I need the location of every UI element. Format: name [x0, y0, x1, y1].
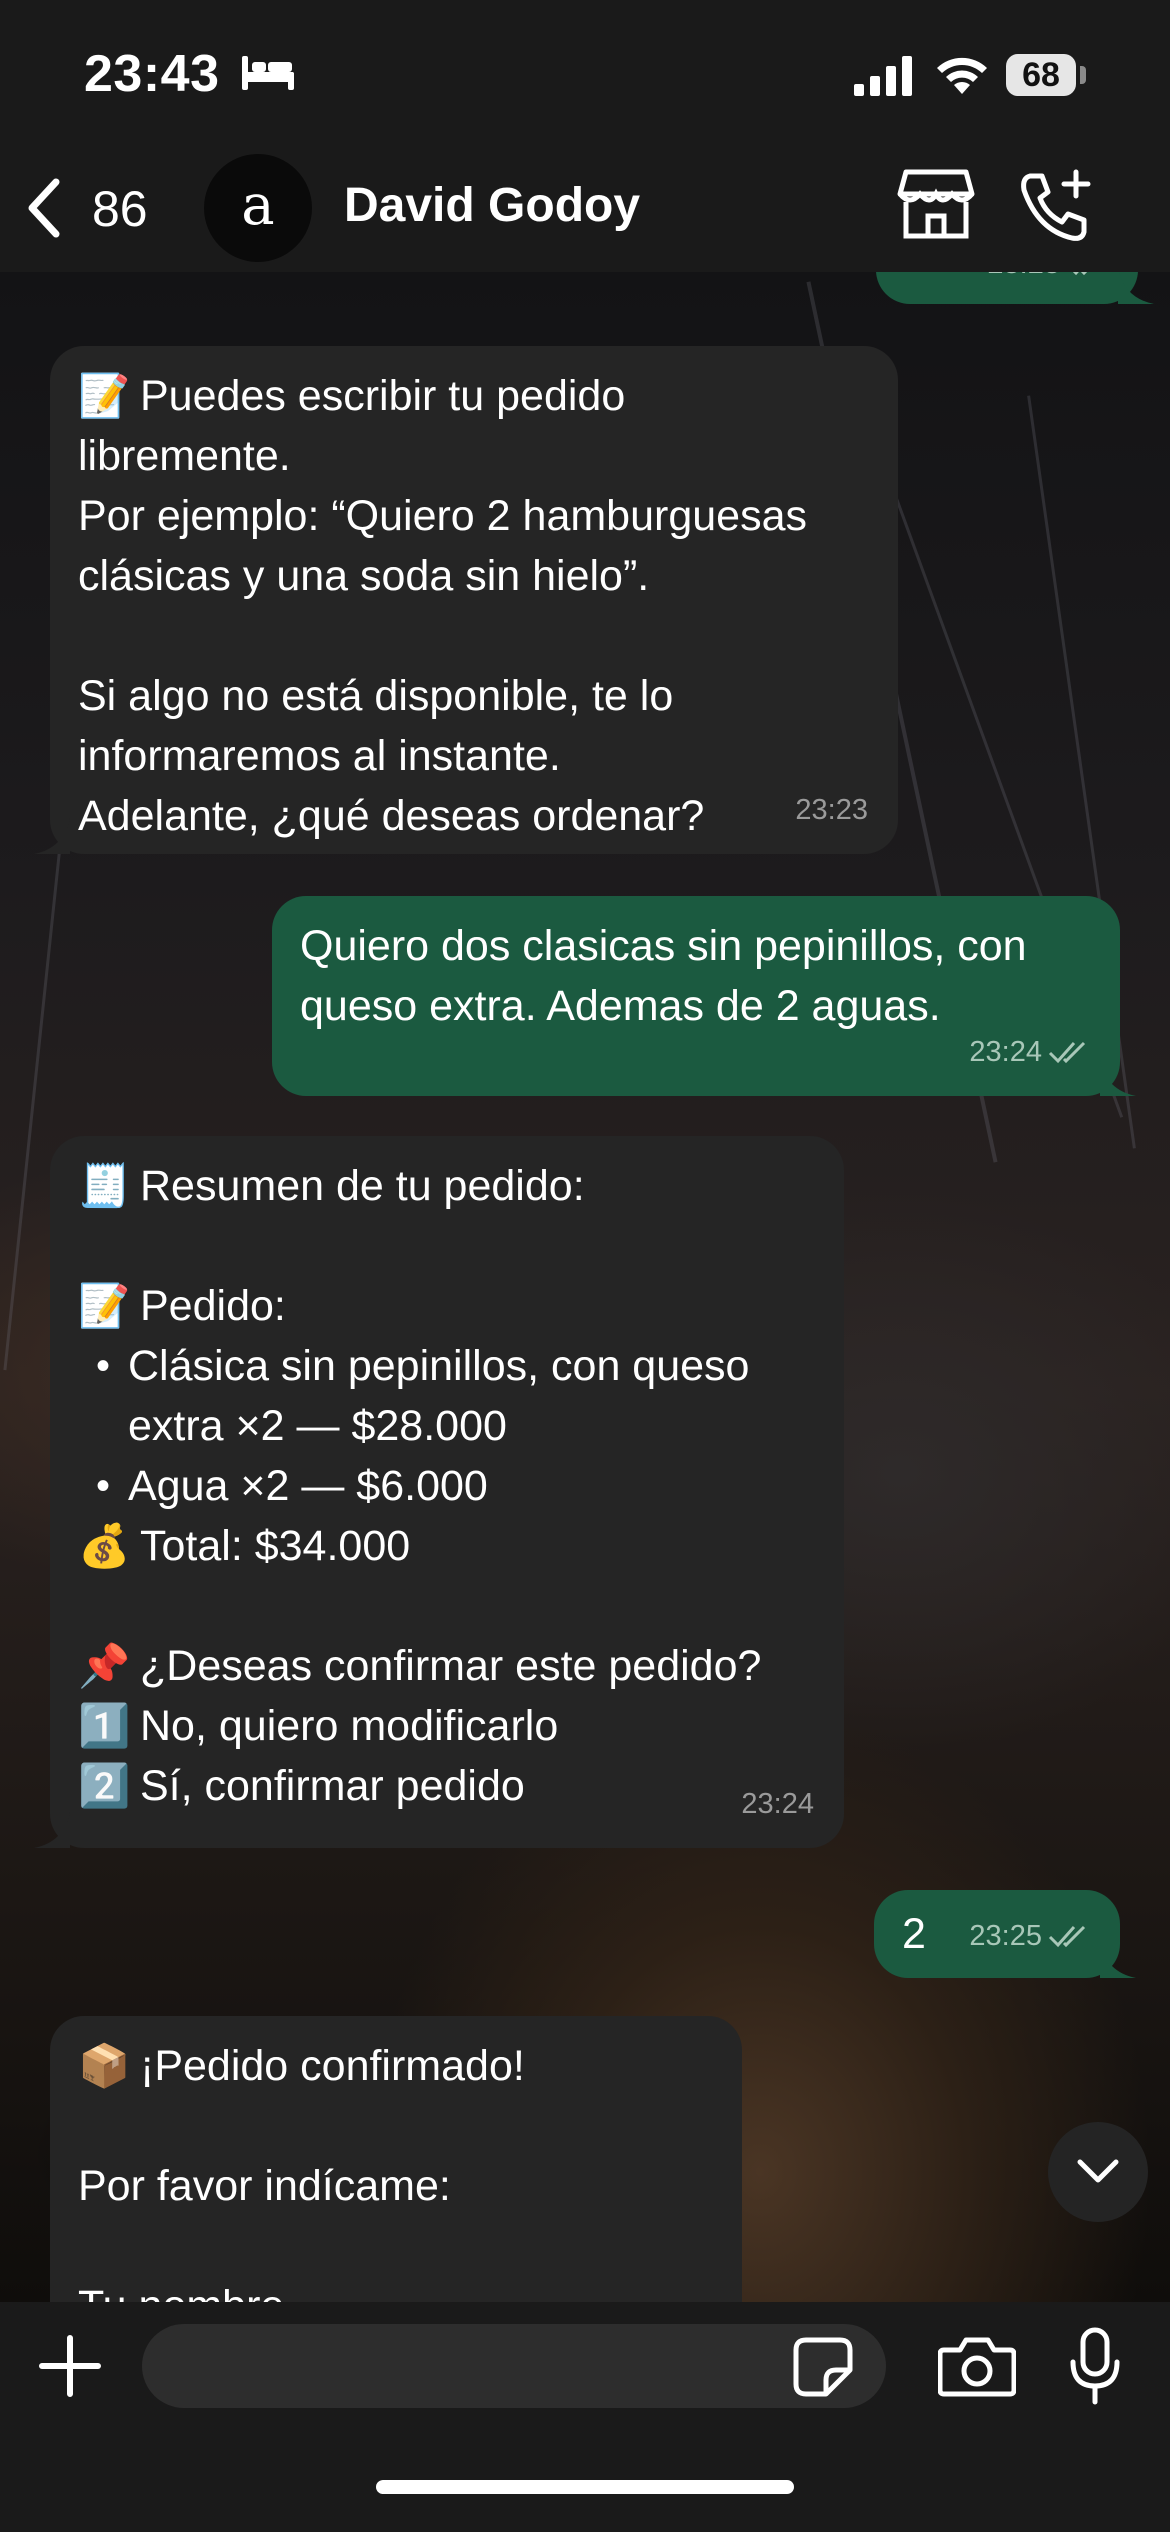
- camera-icon[interactable]: [938, 2334, 1016, 2398]
- message-bubble-incoming[interactable]: 📦 ¡Pedido confirmado! Por favor indícame:…: [50, 2016, 742, 2302]
- read-ticks-icon: [1048, 1925, 1086, 1948]
- signal-icon: [854, 56, 912, 96]
- message-line: Tu nombre: [78, 2276, 714, 2302]
- wifi-icon: [937, 57, 987, 94]
- message-input[interactable]: [142, 2324, 886, 2408]
- unread-count[interactable]: 86: [92, 180, 148, 238]
- chevron-down-icon: [1077, 2159, 1119, 2183]
- list-item-continuation: extra ×2 — $28.000: [128, 1402, 507, 1450]
- message-line: [78, 606, 870, 666]
- message-line: 📝 Puedes escribir tu pedido: [78, 366, 870, 426]
- read-ticks-icon: [1048, 1041, 1086, 1064]
- avatar[interactable]: a: [204, 154, 312, 262]
- message-bubble-outgoing[interactable]: 2 23:25: [874, 1890, 1136, 1978]
- bubble-tail: [1118, 272, 1154, 304]
- battery-cap: [1080, 66, 1086, 84]
- message-time: 23:24: [969, 1036, 1042, 1068]
- message-time: 23:25: [969, 1920, 1042, 1952]
- home-indicator[interactable]: [376, 2480, 794, 2494]
- bubble-tail: [34, 818, 70, 854]
- message-line: libremente.: [78, 432, 291, 480]
- package-emoji: 📦: [78, 2042, 131, 2089]
- read-ticks-icon: [1072, 272, 1088, 276]
- memo-emoji: 📝: [78, 372, 131, 419]
- message-meta: 23:24: [741, 1774, 814, 1834]
- message-line: Por favor indícame:: [78, 2162, 451, 2210]
- keycap-two-emoji: 2️⃣: [78, 1762, 131, 1809]
- chat-header: 86 a David Godoy: [0, 150, 1170, 272]
- message-line: 🧾 Resumen de tu pedido:: [78, 1156, 816, 1216]
- bullet-point: •: [95, 1344, 110, 1388]
- microphone-icon[interactable]: [1068, 2326, 1122, 2406]
- message-time: 23:23: [987, 272, 1060, 294]
- message-bubble-outgoing[interactable]: Quiero dos clasicas sin pepinillos, con …: [272, 896, 1136, 1096]
- message-line: 📦 ¡Pedido confirmado!: [78, 2036, 714, 2096]
- contact-name[interactable]: David Godoy: [344, 178, 640, 233]
- back-chevron-icon[interactable]: [22, 176, 70, 240]
- message-bubble-incoming[interactable]: 📝 Puedes escribir tu pedido libremente. P…: [34, 346, 898, 854]
- message-meta: 23:24: [969, 1022, 1090, 1082]
- money-bag-emoji: 💰: [78, 1522, 131, 1569]
- status-bar: 23:43 68: [0, 0, 1170, 150]
- bed-icon: [242, 56, 294, 90]
- message-line: Quiero dos clasicas sin pepinillos, con: [300, 922, 1027, 970]
- bubble-tail: [34, 1812, 70, 1848]
- chat-thread[interactable]: 23:23 📝Puedes escribir tu pedido libreme…: [0, 272, 1170, 2302]
- receipt-emoji: 🧾: [78, 1162, 131, 1209]
- add-call-icon[interactable]: [1016, 168, 1096, 244]
- message-line: [78, 1576, 816, 1636]
- message-meta: 23:25: [969, 1906, 1090, 1966]
- battery-level: 68: [1006, 54, 1076, 96]
- keycap-one-emoji: 1️⃣: [78, 1702, 131, 1749]
- message-bubble-incoming[interactable]: 🧾 Resumen de tu pedido: 📝 Pedido: • Clásica…: [34, 1136, 844, 1848]
- sticker-icon[interactable]: [792, 2336, 854, 2398]
- storefront-icon[interactable]: [896, 168, 976, 240]
- pushpin-emoji: 📌: [78, 1642, 131, 1689]
- message-line: clásicas y una soda sin hielo”.: [78, 552, 650, 600]
- list-item: • Clásica sin pepinillos, con queso: [78, 1336, 816, 1396]
- message-line: 2️⃣ Sí, confirmar pedido: [78, 1756, 816, 1816]
- message-line: informaremos al instante.: [78, 732, 561, 780]
- message-line: 💰 Total: $34.000: [78, 1516, 816, 1576]
- message-line: [78, 1216, 816, 1276]
- message-meta: 23:23: [795, 780, 868, 840]
- message-line: 1️⃣ No, quiero modificarlo: [78, 1696, 816, 1756]
- message-line: 📌 ¿Deseas confirmar este pedido?: [78, 1636, 816, 1696]
- message-time: 23:24: [741, 1788, 814, 1820]
- message-line: [78, 2216, 714, 2276]
- message-line: Si algo no está disponible, te lo: [78, 672, 674, 720]
- memo-emoji: 📝: [78, 1282, 131, 1329]
- message-line: 📝 Pedido:: [78, 1276, 816, 1336]
- scroll-to-bottom-button[interactable]: [1048, 2122, 1148, 2222]
- message-bubble-outgoing[interactable]: 23:23: [876, 272, 1154, 304]
- composer-bar: [0, 2302, 1170, 2532]
- status-time: 23:43: [84, 45, 220, 103]
- message-line: Adelante, ¿qué deseas ordenar?: [78, 792, 705, 840]
- bubble-tail: [1100, 1060, 1136, 1096]
- list-item: • Agua ×2 — $6.000: [78, 1456, 816, 1516]
- plus-icon[interactable]: [36, 2332, 104, 2400]
- bubble-tail: [1100, 1942, 1136, 1978]
- message-line: Por ejemplo: “Quiero 2 hamburguesas: [78, 492, 807, 540]
- bullet-point: •: [95, 1464, 110, 1508]
- message-time: 23:23: [795, 794, 868, 826]
- message-line: [78, 2096, 714, 2156]
